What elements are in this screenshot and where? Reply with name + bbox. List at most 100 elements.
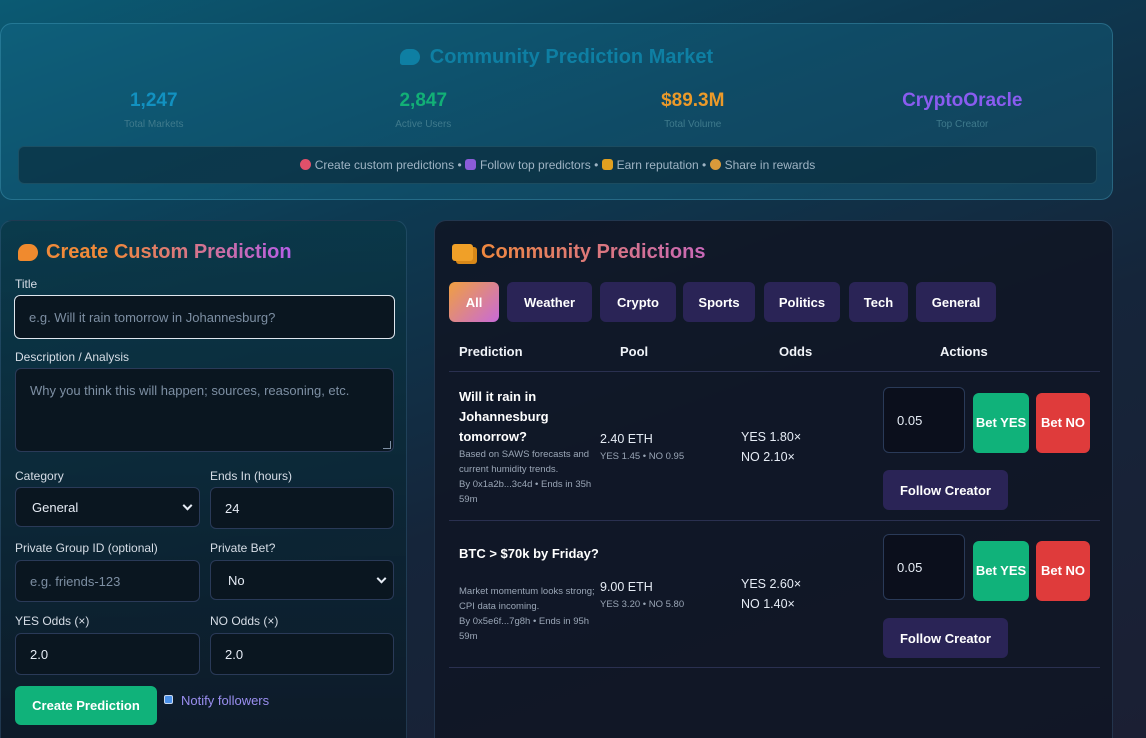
private-bet-value: No xyxy=(228,572,245,588)
divider xyxy=(449,667,1100,668)
pool-total: 2.40 ETH xyxy=(600,432,653,446)
odds-cell: YES 2.60× NO 1.40× xyxy=(741,574,801,614)
separator: • xyxy=(457,158,462,172)
stat-value: 2,847 xyxy=(399,90,448,111)
yes-odds-input[interactable]: 2.0 xyxy=(15,633,200,675)
create-prediction-button[interactable]: Create Prediction xyxy=(15,686,157,725)
title-part: Custom Prediction xyxy=(113,241,292,263)
stat-label: Total Markets xyxy=(124,119,184,130)
pool-total: 9.00 ETH xyxy=(600,580,653,594)
private-bet-select[interactable]: No xyxy=(210,560,394,600)
chevron-down-icon xyxy=(376,573,387,584)
stat-total-markets: 1,247 Total Markets xyxy=(19,90,289,130)
separator: • xyxy=(702,158,707,172)
community-predictions-panel: Community Predictions All Weather Crypto… xyxy=(434,220,1113,738)
filter-tech[interactable]: Tech xyxy=(849,282,908,322)
create-prediction-panel: Create Custom Prediction Title e.g. Will… xyxy=(0,220,407,738)
no-odds-value: 2.0 xyxy=(225,646,244,662)
stat-value: $89.3M xyxy=(661,90,725,111)
header-odds: Odds xyxy=(779,344,813,359)
stat-label: Active Users xyxy=(395,119,452,130)
create-panel-title: Create Custom Prediction xyxy=(18,241,292,264)
category-value: General xyxy=(32,499,79,515)
filter-politics[interactable]: Politics xyxy=(764,282,840,322)
bet-amount-value: 0.05 xyxy=(897,559,923,575)
speech-bubble-icon xyxy=(399,49,420,65)
private-bet-label: Private Bet? xyxy=(210,541,276,555)
stat-label: Top Creator xyxy=(936,119,989,130)
header-actions: Actions xyxy=(940,344,988,359)
stat-value: 1,247 xyxy=(129,90,178,111)
feature-text: Earn reputation xyxy=(616,158,699,172)
banner-title: Community Prediction Market xyxy=(1,46,1112,69)
title-label: Title xyxy=(15,277,38,291)
prediction-meta: By 0x1a2b...3c4d • Ends in 35h 59m xyxy=(459,479,592,505)
no-odds-label: NO Odds (×) xyxy=(210,614,279,628)
feature-text: Share in rewards xyxy=(724,158,816,172)
stat-top-creator: CryptoOracle Top Creator xyxy=(828,90,1098,130)
notify-checkbox[interactable] xyxy=(164,695,173,704)
feature-text: Follow top predictors xyxy=(480,158,591,172)
odds-cell: YES 1.80× NO 2.10× xyxy=(741,427,801,467)
features-strip: Create custom predictions • Follow top p… xyxy=(18,146,1097,184)
trophy-icon xyxy=(601,159,613,170)
prediction-description: Based on SAWS forecasts and current humi… xyxy=(459,449,590,475)
filter-general[interactable]: General xyxy=(916,282,996,322)
prediction-meta: By 0x5e6f...7g8h • Ends in 95h 59m xyxy=(459,616,590,642)
bet-amount-input[interactable]: 0.05 xyxy=(883,387,965,453)
category-select[interactable]: General xyxy=(15,487,200,527)
feature-text: Create custom predictions xyxy=(314,158,455,172)
yes-odds-value: 2.0 xyxy=(30,646,49,662)
ends-in-input[interactable]: 24 xyxy=(210,487,394,529)
odds-yes: YES 1.80× xyxy=(741,430,802,444)
pool-split: YES 3.20 • NO 5.80 xyxy=(600,599,685,610)
filter-weather[interactable]: Weather xyxy=(507,282,592,322)
community-title-text: Community Predictions xyxy=(481,241,706,263)
filter-all[interactable]: All xyxy=(449,282,499,322)
divider xyxy=(449,520,1100,521)
divider xyxy=(449,371,1100,372)
speech-bubble-icon xyxy=(18,244,38,261)
description-placeholder: Why you think this will happen; sources,… xyxy=(30,383,350,398)
title-input[interactable]: e.g. Will it rain tomorrow in Johannesbu… xyxy=(14,295,395,339)
no-odds-input[interactable]: 2.0 xyxy=(210,633,394,675)
header-prediction: Prediction xyxy=(459,344,523,359)
folder-icon xyxy=(452,244,473,261)
stats-row: 1,247 Total Markets 2,847 Active Users $… xyxy=(19,90,1097,130)
separator: • xyxy=(594,158,599,172)
stat-label: Total Volume xyxy=(664,119,722,130)
stat-total-volume: $89.3M Total Volume xyxy=(558,90,828,130)
bet-amount-input[interactable]: 0.05 xyxy=(883,534,965,600)
community-panel-title: Community Predictions xyxy=(452,241,705,264)
group-id-input[interactable]: e.g. friends-123 xyxy=(15,560,200,602)
description-label: Description / Analysis xyxy=(15,350,130,364)
stats-banner: Community Prediction Market 1,247 Total … xyxy=(0,23,1113,200)
filter-crypto[interactable]: Crypto xyxy=(600,282,676,322)
title-part: Create xyxy=(46,241,114,263)
bet-no-button[interactable]: Bet NO xyxy=(1036,541,1090,601)
odds-yes: YES 2.60× xyxy=(741,577,802,591)
bet-yes-button[interactable]: Bet YES xyxy=(973,541,1029,601)
filter-sports[interactable]: Sports xyxy=(683,282,755,322)
bet-yes-button[interactable]: Bet YES xyxy=(973,393,1029,453)
chevron-down-icon xyxy=(182,500,193,511)
follow-creator-button[interactable]: Follow Creator xyxy=(883,470,1008,510)
money-bag-icon xyxy=(709,159,721,170)
ends-in-label: Ends In (hours) xyxy=(210,469,293,483)
header-pool: Pool xyxy=(620,344,649,359)
group-id-placeholder: e.g. friends-123 xyxy=(30,573,121,589)
banner-title-text: Community Prediction Market xyxy=(429,46,714,68)
bet-no-button[interactable]: Bet NO xyxy=(1036,393,1090,453)
odds-no: NO 1.40× xyxy=(741,597,795,611)
group-id-label: Private Group ID (optional) xyxy=(15,541,158,555)
resize-handle[interactable] xyxy=(383,441,391,449)
yes-odds-label: YES Odds (×) xyxy=(15,614,90,628)
ends-in-value: 24 xyxy=(225,500,240,516)
stat-value: CryptoOracle xyxy=(902,90,1023,111)
description-textarea[interactable]: Why you think this will happen; sources,… xyxy=(15,368,394,452)
prediction-question: BTC > $70k by Friday? xyxy=(459,546,599,561)
title-placeholder: e.g. Will it rain tomorrow in Johannesbu… xyxy=(29,309,276,325)
category-label: Category xyxy=(15,469,64,483)
follow-creator-button[interactable]: Follow Creator xyxy=(883,618,1008,658)
bet-amount-value: 0.05 xyxy=(897,412,923,428)
